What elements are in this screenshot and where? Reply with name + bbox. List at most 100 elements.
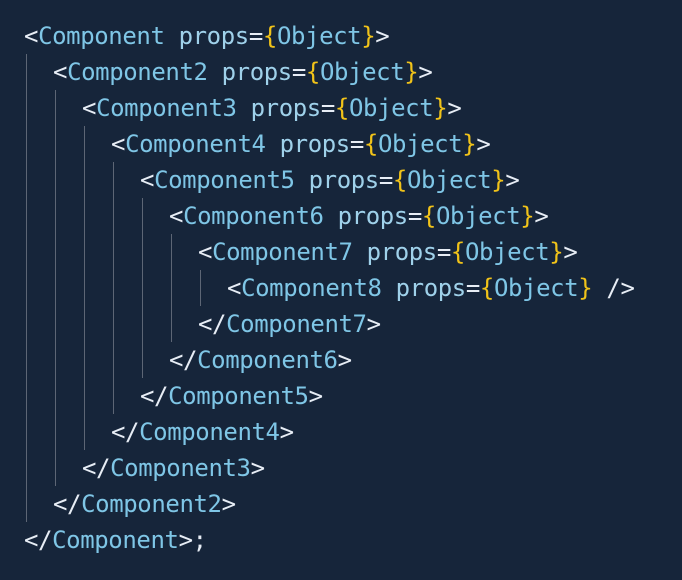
- code-line[interactable]: </Component2>: [53, 486, 236, 522]
- attribute-value: Object: [493, 274, 579, 302]
- tag-close-bracket: >: [250, 454, 265, 482]
- tag-name: Component4: [139, 418, 280, 446]
- tag-open-bracket: </: [111, 418, 140, 446]
- indent-guide: [26, 54, 27, 522]
- code-line[interactable]: </Component>;: [24, 522, 207, 558]
- tag-name: Component3: [110, 454, 251, 482]
- brace-open: {: [421, 202, 436, 230]
- indent-guide: [171, 234, 172, 342]
- attribute-value: Object: [406, 166, 492, 194]
- attribute-value: Object: [319, 58, 405, 86]
- code-line[interactable]: <Component props={Object}>: [24, 18, 390, 54]
- brace-close: }: [433, 94, 448, 122]
- tag-close-bracket: >: [308, 382, 323, 410]
- tag-name: Component3: [96, 94, 251, 122]
- tag-name: Component2: [81, 490, 222, 518]
- tag-open-bracket: <: [53, 58, 68, 86]
- equals-sign: =: [320, 94, 335, 122]
- tag-open-bracket: </: [169, 346, 198, 374]
- brace-open: {: [363, 130, 378, 158]
- tag-close-bracket: >: [375, 22, 390, 50]
- attribute-name: props: [178, 22, 250, 50]
- tag-name: Component5: [154, 166, 309, 194]
- tag-open-bracket: <: [169, 202, 184, 230]
- attribute-name: props: [366, 238, 438, 266]
- tag-open-bracket: <: [82, 94, 97, 122]
- tag-close-bracket: >: [279, 418, 294, 446]
- tag-open-bracket: </: [198, 310, 227, 338]
- brace-close: }: [491, 166, 506, 194]
- tag-name: Component8: [241, 274, 396, 302]
- attribute-name: props: [279, 130, 351, 158]
- tag-name: Component: [38, 22, 179, 50]
- attribute-name: props: [221, 58, 293, 86]
- brace-open: {: [479, 274, 494, 302]
- code-line[interactable]: </Component3>: [82, 450, 265, 486]
- code-line[interactable]: <Component7 props={Object}>: [198, 234, 578, 270]
- attribute-value: Object: [464, 238, 550, 266]
- brace-close: }: [549, 238, 564, 266]
- attribute-value: Object: [276, 22, 362, 50]
- code-line[interactable]: <Component5 props={Object}>: [140, 162, 520, 198]
- brace-close: }: [361, 22, 376, 50]
- code-line[interactable]: <Component2 props={Object}>: [53, 54, 433, 90]
- code-line[interactable]: </Component5>: [140, 378, 323, 414]
- tag-open-bracket: <: [227, 274, 242, 302]
- tag-close-bracket: >: [337, 346, 352, 374]
- attribute-value: Object: [348, 94, 434, 122]
- tag-close-bracket: >: [476, 130, 491, 158]
- brace-open: {: [334, 94, 349, 122]
- brace-open: {: [305, 58, 320, 86]
- brace-close: }: [578, 274, 593, 302]
- tag-open-bracket: </: [82, 454, 111, 482]
- equals-sign: =: [436, 238, 451, 266]
- code-line[interactable]: </Component7>: [198, 306, 381, 342]
- tag-close-bracket: >: [221, 490, 236, 518]
- tag-name: Component4: [125, 130, 280, 158]
- attribute-name: props: [308, 166, 380, 194]
- tag-open-bracket: </: [53, 490, 82, 518]
- tag-open-bracket: </: [24, 526, 53, 554]
- code-line[interactable]: <Component4 props={Object}>: [111, 126, 491, 162]
- brace-open: {: [450, 238, 465, 266]
- tag-close-bracket: >: [447, 94, 462, 122]
- code-line[interactable]: <Component6 props={Object}>: [169, 198, 549, 234]
- tag-close-bracket: >: [505, 166, 520, 194]
- tag-close-bracket: />: [592, 274, 635, 302]
- tag-open-bracket: <: [140, 166, 155, 194]
- brace-open: {: [392, 166, 407, 194]
- tag-open-bracket: <: [24, 22, 39, 50]
- tag-close-bracket: >: [418, 58, 433, 86]
- equals-sign: =: [291, 58, 306, 86]
- code-editor[interactable]: <Component props={Object}> <Component2 pr…: [0, 0, 682, 580]
- brace-close: }: [462, 130, 477, 158]
- tag-name: Component7: [226, 310, 367, 338]
- indent-guide: [84, 126, 85, 450]
- tag-open-bracket: <: [111, 130, 126, 158]
- tag-name: Component6: [183, 202, 338, 230]
- tag-close-bracket: >: [178, 526, 193, 554]
- code-line[interactable]: <Component8 props={Object} />: [227, 270, 635, 306]
- tag-name: Component: [52, 526, 179, 554]
- semicolon: ;: [192, 526, 207, 554]
- equals-sign: =: [349, 130, 364, 158]
- equals-sign: =: [248, 22, 263, 50]
- attribute-name: props: [395, 274, 467, 302]
- brace-close: }: [520, 202, 535, 230]
- code-line[interactable]: </Component4>: [111, 414, 294, 450]
- indent-guide: [55, 90, 56, 486]
- code-line[interactable]: </Component6>: [169, 342, 352, 378]
- equals-sign: =: [378, 166, 393, 194]
- tag-close-bracket: >: [563, 238, 578, 266]
- brace-close: }: [404, 58, 419, 86]
- tag-name: Component2: [67, 58, 222, 86]
- tag-close-bracket: >: [366, 310, 381, 338]
- equals-sign: =: [465, 274, 480, 302]
- code-line[interactable]: <Component3 props={Object}>: [82, 90, 462, 126]
- tag-open-bracket: </: [140, 382, 169, 410]
- indent-guide: [142, 198, 143, 378]
- tag-name: Component7: [212, 238, 367, 266]
- indent-guide: [113, 162, 114, 414]
- tag-name: Component5: [168, 382, 309, 410]
- tag-name: Component6: [197, 346, 338, 374]
